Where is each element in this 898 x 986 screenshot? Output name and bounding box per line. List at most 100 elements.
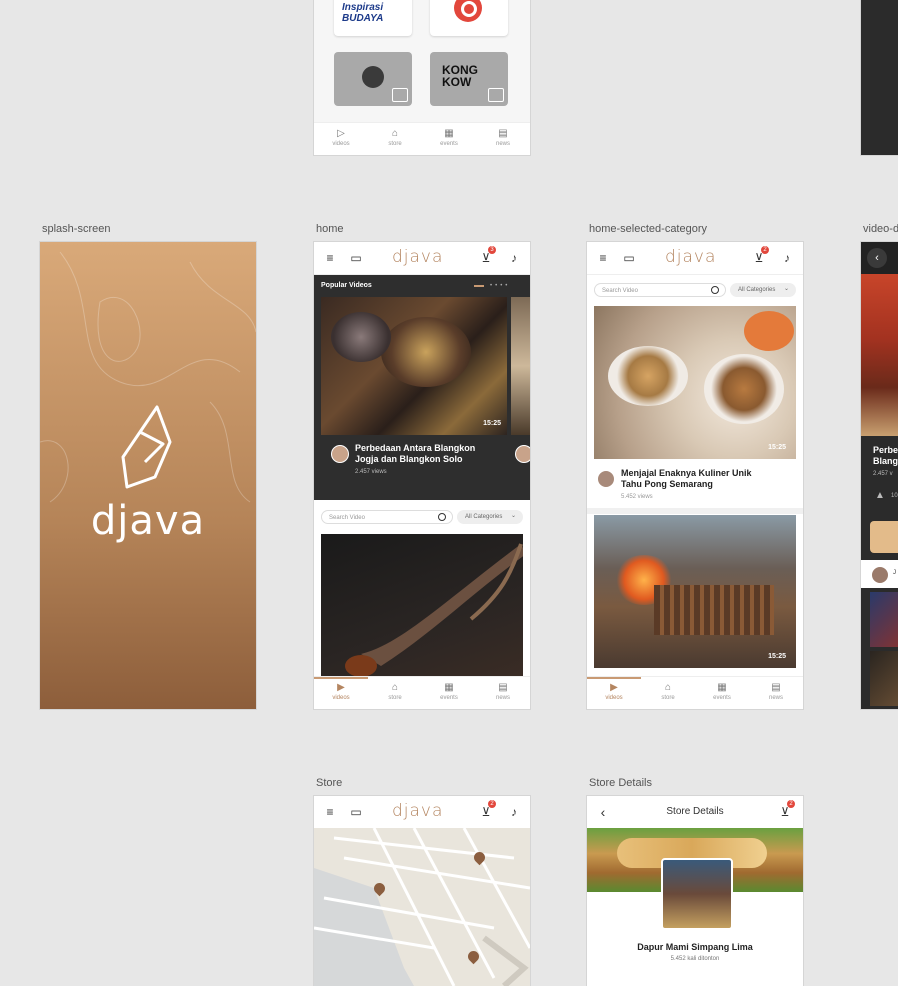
tab-label: videos	[605, 695, 623, 701]
next-video-card-peek[interactable]	[511, 297, 530, 489]
store-logo-tile[interactable]	[430, 0, 508, 36]
artboard-label: Store Details	[589, 777, 652, 789]
tab-news[interactable]: ▤ news	[476, 127, 530, 147]
search-icon[interactable]	[438, 513, 446, 521]
tab-store[interactable]: ⌂ store	[368, 681, 422, 701]
video-thumbnail[interactable]: 15:25	[594, 306, 796, 459]
calendar-icon: ▦	[444, 682, 454, 693]
tab-store[interactable]: ⌂ store	[368, 127, 422, 147]
tab-events[interactable]: ▦ events	[422, 127, 476, 147]
tv-icon[interactable]: ▭	[348, 250, 364, 266]
top-nav-bar: ≡ ▭ djava ⊻ 2 ♪	[587, 242, 803, 275]
tab-label: events	[440, 695, 458, 701]
video-detail-screen: ‹ Perbe Blang 2.457 v ▲ 10 J	[861, 242, 898, 709]
video-player[interactable]	[861, 274, 898, 436]
bell-icon[interactable]: ♪	[506, 804, 522, 820]
tab-label: store	[388, 141, 402, 147]
store-map[interactable]	[314, 828, 530, 986]
video-title: Perbe Blang	[873, 445, 898, 466]
bottom-tab-bar: ▷ videos ⌂ store ▦ events ▤ news	[314, 122, 530, 155]
logo-text-kongkow: KONG KOW	[442, 63, 478, 89]
calendar-icon: ▦	[444, 128, 454, 139]
tv-icon[interactable]: ▭	[621, 250, 637, 266]
video-title: Menjajal Enaknya Kuliner Unik Tahu Pong …	[621, 468, 752, 489]
section-title: Popular Videos	[321, 282, 372, 289]
likes-count: 10	[891, 493, 898, 499]
keris-image	[345, 543, 523, 677]
tab-label: store	[388, 695, 402, 701]
video-card[interactable]: 15:25 Menjajal Enaknya Kuliner Unik Tahu…	[587, 306, 803, 506]
news-icon: ▤	[498, 128, 508, 139]
like-icon[interactable]: ▲	[875, 490, 885, 501]
comment-row: J	[861, 560, 898, 588]
chevron-down-icon: ⌄	[784, 286, 790, 292]
store-icon: ⌂	[391, 128, 399, 139]
tab-news[interactable]: ▤ news	[476, 681, 530, 701]
news-icon: ▤	[771, 682, 781, 693]
store-screen: ≡ ▭ djava ⊻ 2 ♪	[314, 796, 530, 986]
video-badge-icon	[488, 88, 504, 102]
video-views: 2.457 v	[873, 471, 893, 477]
artboard-label: home	[316, 223, 344, 235]
store-logo-tile[interactable]: Inspirasi BUDAYA	[334, 0, 412, 36]
menu-icon[interactable]: ≡	[322, 804, 338, 820]
carousel-dots: ••••	[490, 283, 511, 289]
cart-count-badge: 2	[488, 800, 496, 808]
tab-store[interactable]: ⌂ store	[641, 681, 695, 701]
tab-label: store	[661, 695, 675, 701]
featured-video-card[interactable]: 15:25 Perbedaan Antara Blangkon Jogja da…	[321, 297, 507, 489]
bell-icon[interactable]: ♪	[506, 250, 522, 266]
video-duration: 15:25	[483, 420, 501, 427]
news-icon: ▤	[498, 682, 508, 693]
featured-thumbnail[interactable]: 15:25	[321, 297, 507, 435]
search-icon[interactable]	[711, 286, 719, 294]
splash-screen: djava	[40, 242, 256, 709]
tab-label: videos	[332, 141, 350, 147]
active-tab-indicator	[314, 677, 368, 679]
tab-events[interactable]: ▦ events	[422, 681, 476, 701]
bottom-tab-bar: ▶ videos ⌂ store ▦ events ▤ news	[587, 676, 803, 709]
related-thumbnail[interactable]	[870, 651, 898, 706]
menu-icon[interactable]: ≡	[595, 250, 611, 266]
video-badge-icon	[392, 88, 408, 102]
home-screen: ≡ ▭ djava ⊻ 3 ♪ Popular Videos •••• 15:2…	[314, 242, 530, 709]
bell-icon[interactable]: ♪	[779, 250, 795, 266]
brand-logo: djava	[665, 247, 717, 267]
cart-count-badge: 2	[761, 246, 769, 254]
top-nav-bar: ‹ Store Details ⊻ 2	[587, 796, 803, 829]
search-input[interactable]: Search Video	[594, 283, 726, 297]
store-icon: ⌂	[391, 682, 399, 693]
tab-videos[interactable]: ▶ videos	[587, 681, 641, 701]
tab-news[interactable]: ▤ news	[749, 681, 803, 701]
tab-videos[interactable]: ▷ videos	[314, 127, 368, 147]
cart-count-badge: 2	[787, 800, 795, 808]
store-visits: 5.452 kali ditonton	[670, 956, 720, 962]
action-button[interactable]	[870, 521, 898, 553]
tab-label: events	[713, 695, 731, 701]
tab-label: events	[440, 141, 458, 147]
home-selected-category-screen: ≡ ▭ djava ⊻ 2 ♪ Search Video All Categor…	[587, 242, 803, 709]
related-thumbnail[interactable]	[870, 592, 898, 647]
tv-icon[interactable]: ▭	[348, 804, 364, 820]
divider	[587, 508, 803, 514]
menu-icon[interactable]: ≡	[322, 250, 338, 266]
video-thumbnail[interactable]	[321, 534, 523, 677]
store-logo-tile[interactable]: KONG KOW	[430, 52, 508, 106]
tab-events[interactable]: ▦ events	[695, 681, 749, 701]
play-icon: ▷	[337, 128, 345, 139]
play-icon: ▶	[610, 682, 618, 693]
video-card[interactable]: 15:25	[594, 515, 796, 668]
carousel-indicator	[474, 285, 484, 287]
search-input[interactable]: Search Video	[321, 510, 453, 524]
avatar	[597, 470, 615, 488]
logo-text-budaya: Inspirasi BUDAYA	[342, 2, 384, 24]
back-button[interactable]: ‹	[867, 248, 887, 268]
store-name: Dapur Mami Simpang Lima	[637, 942, 753, 952]
avatar	[871, 566, 889, 584]
store-logo-tile[interactable]	[334, 52, 412, 106]
bottom-tab-bar: ▶ videos ⌂ store ▦ events ▤ news	[314, 676, 530, 709]
username: J	[893, 570, 896, 576]
top-nav-bar: ≡ ▭ djava ⊻ 3 ♪	[314, 242, 530, 275]
calendar-icon: ▦	[717, 682, 727, 693]
tab-videos[interactable]: ▶ videos	[314, 681, 368, 701]
